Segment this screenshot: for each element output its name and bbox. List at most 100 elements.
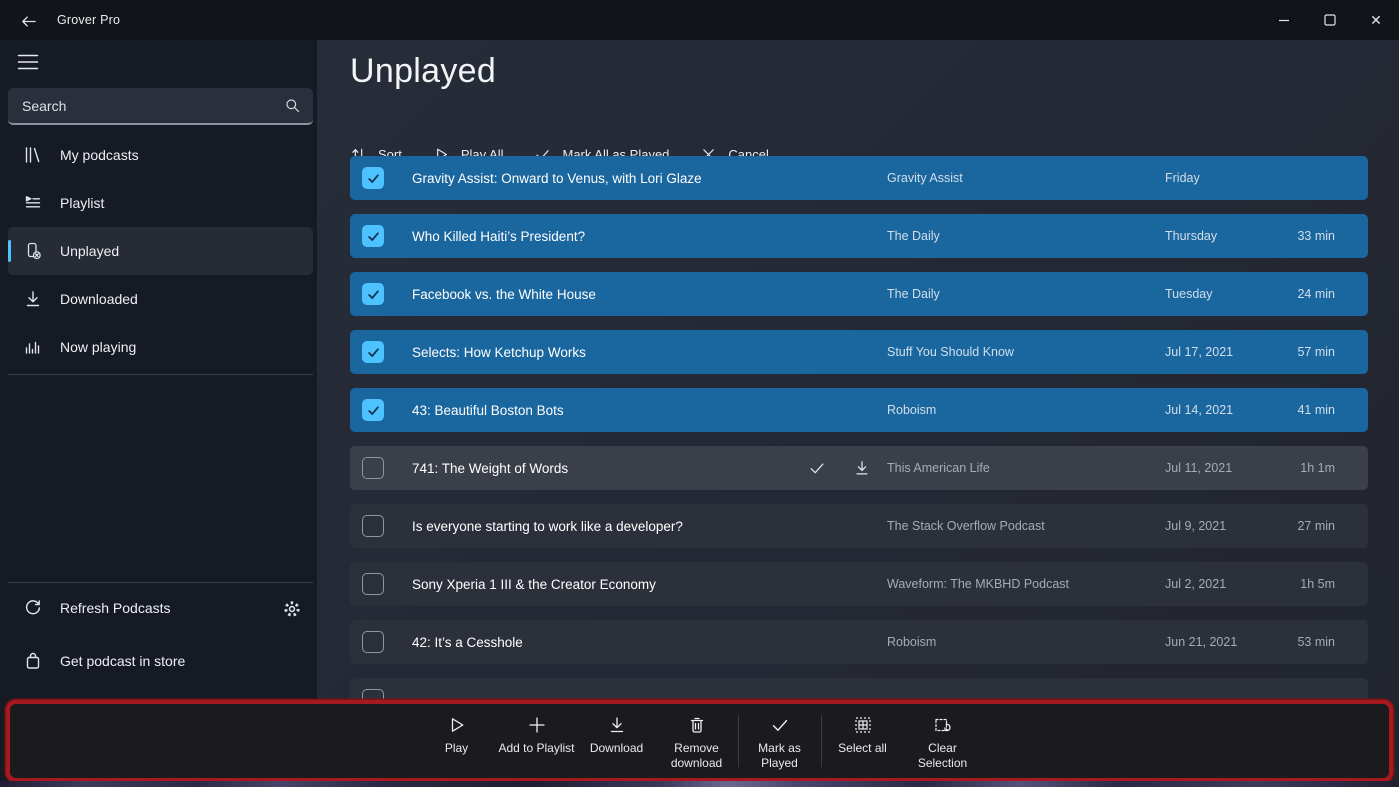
window-controls: ✕ [1261, 0, 1399, 40]
page-title: Unplayed [350, 52, 496, 91]
sidebar-item-now-playing[interactable]: Now playing [8, 323, 313, 371]
episode-checkbox[interactable] [362, 515, 384, 537]
plus-icon [527, 715, 547, 735]
episode-podcast: This American Life [887, 461, 1165, 475]
episode-duration: 33 min [1275, 229, 1335, 243]
titlebar: Grover Pro ✕ [0, 0, 1399, 40]
episode-duration: 57 min [1275, 345, 1335, 359]
download-icon [23, 289, 43, 309]
episode-row[interactable]: Sony Xperia 1 III & the Creator Economy … [350, 562, 1368, 606]
episode-date: Jun 21, 2021 [1165, 635, 1275, 649]
play-button[interactable]: Play [417, 704, 497, 778]
select-all-button[interactable]: Select all [823, 704, 903, 778]
close-button[interactable]: ✕ [1353, 0, 1399, 40]
shopping-bag-icon [23, 651, 43, 671]
sidebar-item-label: Unplayed [60, 243, 119, 259]
search-placeholder: Search [22, 98, 284, 114]
episode-checkbox[interactable] [362, 631, 384, 653]
episode-checkbox[interactable] [362, 457, 384, 479]
download-button[interactable]: Download [577, 704, 657, 778]
sidebar-item-playlist[interactable]: Playlist [8, 179, 313, 227]
hamburger-menu-button[interactable] [13, 50, 43, 74]
library-icon [23, 145, 43, 165]
episode-row[interactable]: Gravity Assist: Onward to Venus, with Lo… [350, 156, 1368, 200]
download-icon[interactable] [853, 459, 871, 477]
add-to-playlist-label: Add to Playlist [498, 741, 574, 756]
play-icon [447, 715, 467, 735]
sidebar-item-downloaded[interactable]: Downloaded [8, 275, 313, 323]
episode-checkbox[interactable] [362, 341, 384, 363]
episode-title: Who Killed Haiti’s President? [412, 229, 887, 244]
episode-row[interactable]: Selects: How Ketchup Works Stuff You Sho… [350, 330, 1368, 374]
episode-date: Tuesday [1165, 287, 1275, 301]
episode-row[interactable]: 43: Beautiful Boston Bots Roboism Jul 14… [350, 388, 1368, 432]
command-bar-separator [738, 715, 739, 767]
episode-row[interactable]: Who Killed Haiti’s President? The Daily … [350, 214, 1368, 258]
episode-checkbox[interactable] [362, 225, 384, 247]
episode-title: 42: It’s a Cesshole [412, 635, 887, 650]
episode-date: Jul 17, 2021 [1165, 345, 1275, 359]
sidebar-item-label: My podcasts [60, 147, 139, 163]
episode-title: 43: Beautiful Boston Bots [412, 403, 887, 418]
episode-date: Jul 11, 2021 [1165, 461, 1275, 475]
sidebar-divider [8, 582, 313, 583]
maximize-button[interactable] [1307, 0, 1353, 40]
mark-as-played-button[interactable]: Mark as Played [740, 704, 820, 778]
episode-row[interactable]: Facebook vs. the White House The Daily T… [350, 272, 1368, 316]
episode-list: Gravity Assist: Onward to Venus, with Lo… [350, 156, 1368, 736]
refresh-podcasts-button[interactable]: Refresh Podcasts [8, 584, 313, 632]
remove-download-label: Remove download [657, 741, 737, 771]
sidebar-item-my-podcasts[interactable]: My podcasts [8, 131, 313, 179]
episode-title: Sony Xperia 1 III & the Creator Economy [412, 577, 887, 592]
episode-podcast: The Stack Overflow Podcast [887, 519, 1165, 533]
sidebar-item-label: Playlist [60, 195, 104, 211]
sidebar-divider [8, 374, 313, 375]
episode-date: Jul 9, 2021 [1165, 519, 1275, 533]
main-content: Unplayed Sort Play All Mark All as Playe… [317, 40, 1399, 787]
clear-selection-button[interactable]: Clear Selection [903, 704, 983, 778]
add-to-playlist-button[interactable]: Add to Playlist [497, 704, 577, 778]
selection-command-bar: Play Add to Playlist Download Remove dow… [6, 700, 1393, 782]
sidebar-item-unplayed[interactable]: Unplayed [8, 227, 313, 275]
episode-checkbox[interactable] [362, 167, 384, 189]
app-title: Grover Pro [57, 13, 120, 27]
back-arrow-icon [19, 12, 38, 31]
episode-title: Is everyone starting to work like a deve… [412, 519, 887, 534]
command-bar-separator [821, 715, 822, 767]
episode-checkbox[interactable] [362, 399, 384, 421]
back-button[interactable] [13, 8, 43, 34]
episode-duration: 24 min [1275, 287, 1335, 301]
minimize-icon [1278, 14, 1290, 26]
search-input[interactable]: Search [8, 88, 313, 125]
gear-icon [281, 598, 303, 620]
sidebar-nav: My podcasts Playlist Unplayed Downloaded… [8, 131, 313, 371]
minimize-button[interactable] [1261, 0, 1307, 40]
checkmark-icon [366, 287, 381, 302]
episode-checkbox[interactable] [362, 283, 384, 305]
get-podcast-in-store-button[interactable]: Get podcast in store [8, 637, 313, 685]
checkmark-icon [366, 229, 381, 244]
episode-duration: 1h 1m [1275, 461, 1335, 475]
play-label: Play [445, 741, 468, 756]
episode-date: Jul 14, 2021 [1165, 403, 1275, 417]
remove-download-button[interactable]: Remove download [657, 704, 737, 778]
episode-podcast: Roboism [887, 403, 1165, 417]
episode-checkbox[interactable] [362, 573, 384, 595]
episode-duration: 41 min [1275, 403, 1335, 417]
episode-title: 741: The Weight of Words [412, 461, 795, 476]
episode-podcast: Roboism [887, 635, 1165, 649]
episode-row[interactable]: 741: The Weight of Words This American L… [350, 446, 1368, 490]
episode-row[interactable]: 42: It’s a Cesshole Roboism Jun 21, 2021… [350, 620, 1368, 664]
episode-podcast: Waveform: The MKBHD Podcast [887, 577, 1165, 591]
episode-row[interactable]: Is everyone starting to work like a deve… [350, 504, 1368, 548]
checkmark-icon [366, 171, 381, 186]
episode-podcast: Stuff You Should Know [887, 345, 1165, 359]
settings-button[interactable] [281, 598, 303, 620]
episode-podcast: Gravity Assist [887, 171, 1165, 185]
maximize-icon [1324, 14, 1336, 26]
search-icon[interactable] [284, 97, 301, 114]
episode-title: Selects: How Ketchup Works [412, 345, 887, 360]
mark-played-check-icon[interactable] [808, 459, 826, 477]
episode-duration: 27 min [1275, 519, 1335, 533]
close-icon: ✕ [1370, 13, 1382, 27]
